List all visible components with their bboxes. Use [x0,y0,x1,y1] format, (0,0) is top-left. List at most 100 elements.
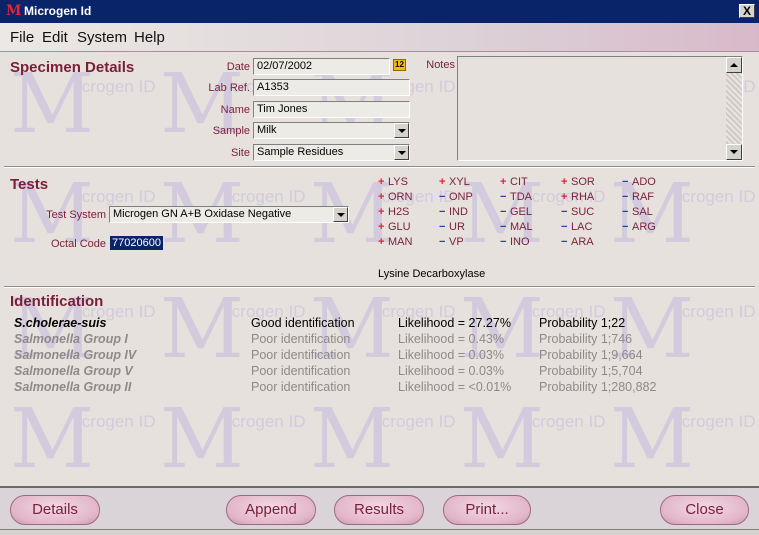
result-likelihood: Likelihood = 0.43% [398,332,504,346]
test-rha[interactable]: + RHA [561,191,594,203]
result-row[interactable]: S.cholerae-suis Good identification Likeli… [14,316,714,332]
divider [4,286,755,288]
test-sal[interactable]: − SAL [622,206,653,218]
append-button[interactable]: Append [226,495,316,525]
notes-scrollbar[interactable] [726,57,742,160]
test-h2s[interactable]: + H2S [378,206,409,218]
test-ara[interactable]: − ARA [561,236,594,248]
result-probability: Probability 1;746 [539,332,633,346]
test-arg[interactable]: − ARG [622,221,656,233]
test-system-select[interactable]: Microgen GN A+B Oxidase Negative [109,206,349,223]
test-onp[interactable]: − ONP [439,191,473,203]
site-dropdown-icon[interactable] [394,145,409,160]
test-gel[interactable]: − GEL [500,206,532,218]
calendar-icon[interactable]: 12 [393,59,406,71]
minus-icon: − [622,191,629,203]
test-ur[interactable]: − UR [439,221,465,233]
test-suc[interactable]: − SUC [561,206,594,218]
minus-icon: − [500,221,507,233]
window-title: Microgen Id [24,4,92,18]
plus-icon: + [378,221,385,233]
test-raf[interactable]: − RAF [622,191,654,203]
test-orn[interactable]: + ORN [378,191,412,203]
test-code: LAC [571,221,593,233]
print-button[interactable]: Print... [443,495,531,525]
watermark-text: icrogen ID [78,77,155,96]
result-likelihood: Likelihood = 0.03% [398,348,504,362]
test-glu[interactable]: + GLU [378,221,411,233]
plus-icon: + [378,176,385,188]
date-label: Date [226,61,250,73]
date-field[interactable]: 02/07/2002 [253,58,390,75]
result-organism: Salmonella Group I [14,332,128,346]
notes-textarea[interactable] [457,56,743,161]
test-ado[interactable]: − ADO [622,176,656,188]
test-code: RHA [571,191,595,203]
test-code: UR [449,221,465,233]
test-cit[interactable]: + CIT [500,176,528,188]
result-row[interactable]: Salmonella Group I Poor identification Lik… [14,332,714,348]
menu-edit[interactable]: Edit [42,29,68,46]
result-organism: Salmonella Group IV [14,348,137,362]
minus-icon: − [439,221,446,233]
test-tda[interactable]: − TDA [500,191,532,203]
labref-field[interactable]: A1353 [253,79,410,96]
window-close-button[interactable]: X [739,4,755,18]
sample-dropdown-icon[interactable] [394,123,409,138]
result-probability: Probability 1;280,882 [539,380,657,394]
sample-select[interactable]: Milk [253,122,410,139]
name-field[interactable]: Tim Jones [253,101,410,118]
title-bar[interactable]: M Microgen Id X [0,0,759,23]
details-button[interactable]: Details [10,495,100,525]
test-mal[interactable]: − MAL [500,221,533,233]
test-code: MAN [388,236,413,248]
result-row[interactable]: Salmonella Group II Poor identification Li… [14,380,714,396]
button-bar: Details Append Results Print... Close [0,486,759,532]
plus-icon: + [500,176,507,188]
results-button[interactable]: Results [334,495,424,525]
test-code: TDA [510,191,532,203]
watermark-logo: M [160,392,244,485]
octal-code-field[interactable]: 77020600 [110,236,163,250]
watermark-text: icrogen ID [378,412,455,431]
result-probability: Probability 1;5,704 [539,364,643,378]
test-lys[interactable]: + LYS [378,176,408,188]
result-likelihood: Likelihood = 27.27% [398,316,511,330]
test-xyl[interactable]: + XYL [439,176,470,188]
labref-label: Lab Ref. [208,82,250,94]
watermark-text: icrogen ID [78,412,155,431]
menu-file[interactable]: File [10,29,34,46]
result-organism: S.cholerae-suis [14,316,107,330]
test-code: XYL [449,176,470,188]
test-code: IND [449,206,468,218]
test-description: Lysine Decarboxylase [378,268,486,280]
site-select[interactable]: Sample Residues [253,144,410,161]
test-lac[interactable]: − LAC [561,221,592,233]
result-row[interactable]: Salmonella Group IV Poor identification Li… [14,348,714,364]
watermark-logo: M [310,392,394,485]
plus-icon: + [561,191,568,203]
watermark-text: icrogen ID [228,412,305,431]
result-likelihood: Likelihood = <0.01% [398,380,512,394]
test-sor[interactable]: + SOR [561,176,595,188]
test-man[interactable]: + MAN [378,236,412,248]
plus-icon: + [561,176,568,188]
close-button[interactable]: Close [660,495,749,525]
site-label: Site [231,147,250,159]
octal-code-label: Octal Code [50,238,106,250]
result-identification: Poor identification [251,380,351,394]
menu-help[interactable]: Help [134,29,165,46]
plus-icon: + [439,176,446,188]
menu-system[interactable]: System [77,29,127,46]
test-system-dropdown-icon[interactable] [333,207,348,222]
test-vp[interactable]: − VP [439,236,464,248]
scroll-down-icon[interactable] [726,144,742,160]
test-ino[interactable]: − INO [500,236,530,248]
test-system-value: Microgen GN A+B Oxidase Negative [113,208,292,220]
test-ind[interactable]: − IND [439,206,468,218]
scroll-up-icon[interactable] [726,57,742,73]
result-row[interactable]: Salmonella Group V Poor identification Lik… [14,364,714,380]
result-likelihood: Likelihood = 0.03% [398,364,504,378]
sample-value: Milk [257,124,277,136]
watermark-text: icrogen ID [78,187,155,206]
